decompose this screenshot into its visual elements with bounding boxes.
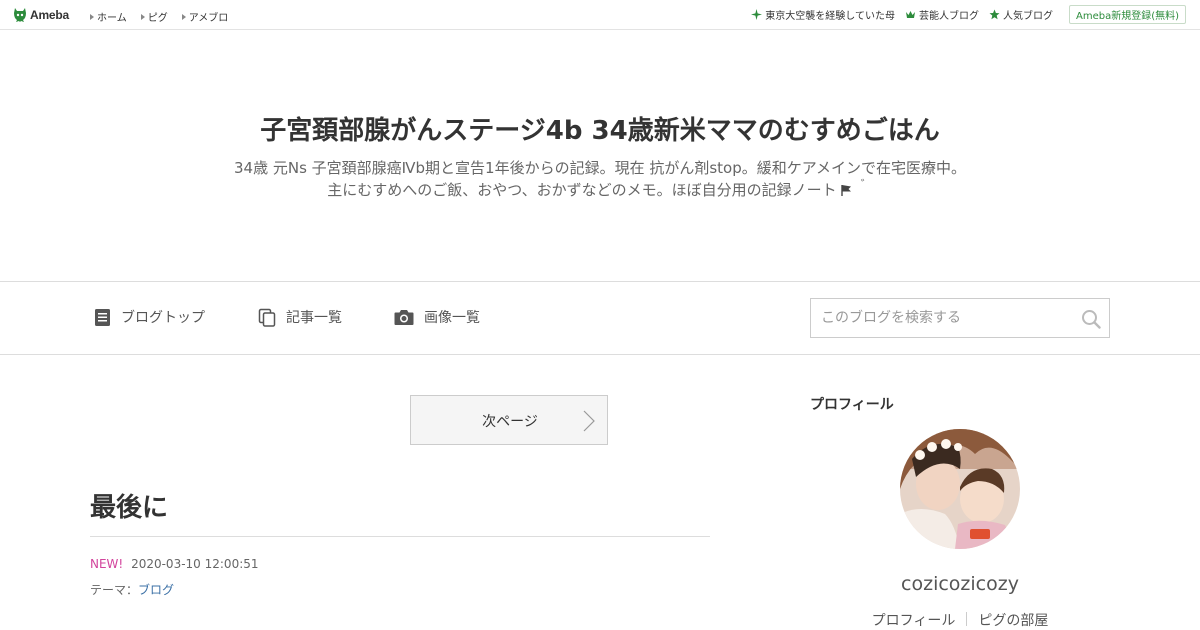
featured-blog-link[interactable]: 東京大空襲を経験していた母 <box>751 7 895 22</box>
avatar-photo <box>900 429 1020 549</box>
global-nav-pigg[interactable]: ピグ <box>140 9 168 24</box>
blog-nav: ブログトップ 記事一覧 画像一覧 <box>0 281 1200 355</box>
global-nav-label: ピグ <box>147 13 168 24</box>
nav-image-list[interactable]: 画像一覧 <box>394 307 480 327</box>
sidebar-heading: プロフィール <box>810 397 894 413</box>
register-button[interactable]: Ameba新規登録(無料) <box>1068 5 1186 24</box>
search-icon[interactable] <box>1081 309 1101 329</box>
blog-title[interactable]: 子宮頚部腺がんステージ4b 34歳新米ママのむすめごはん <box>0 110 1200 147</box>
blog-description-line2-wrap: 主にむすめへのご飯、おやつ、おかずなどのメモ。ほぼ自分用の記録ノート ゛ <box>0 178 1200 201</box>
header-links: 東京大空襲を経験していた母 芸能人ブログ 人気ブログ Ameba新規登録(無料) <box>741 5 1186 24</box>
profile-name[interactable]: cozicozicozy <box>810 573 1110 595</box>
celebrity-blog-label: 芸能人ブログ <box>918 11 979 22</box>
blog-description: 34歳 元Ns 子宮頚部腺癌Ⅳb期と宣告1年後からの記録。現在 抗がん剤stop… <box>0 157 1200 201</box>
entry-title[interactable]: 最後に <box>90 487 168 524</box>
entry-theme: テーマ：ブログ <box>90 581 174 598</box>
global-nav: ホーム ピグ アメブロ <box>90 9 242 24</box>
divider <box>90 536 710 537</box>
nav-image-list-label: 画像一覧 <box>424 310 480 326</box>
featured-blog-label: 東京大空襲を経験していた母 <box>765 11 895 22</box>
entry-date: 2020-03-10 12:00:51 <box>131 557 259 571</box>
ameba-logo-icon <box>14 8 26 22</box>
nav-blog-top[interactable]: ブログトップ <box>94 307 205 327</box>
popular-blog-label: 人気ブログ <box>1002 11 1053 22</box>
global-nav-ameblo[interactable]: アメブロ <box>181 9 229 24</box>
profile-links: プロフィール ピグの部屋 <box>810 610 1110 630</box>
sparkle-icon <box>751 9 763 20</box>
ameba-logo[interactable]: Ameba <box>13 7 69 23</box>
next-page-button[interactable]: 次ページ <box>410 395 608 445</box>
flag-icon <box>840 185 851 196</box>
entry-meta: NEW! 2020-03-10 12:00:51 <box>90 557 259 571</box>
triangle-icon <box>90 13 94 20</box>
star-icon <box>989 9 1000 20</box>
ameba-logo-text: Ameba <box>30 8 70 22</box>
chevron-right-icon <box>583 410 595 432</box>
crown-icon <box>905 11 915 18</box>
nav-blog-top-label: ブログトップ <box>121 310 205 326</box>
triangle-icon <box>181 13 186 20</box>
search-input[interactable] <box>811 299 1071 337</box>
copy-icon <box>258 308 276 327</box>
global-nav-label: ホーム <box>97 13 127 24</box>
profile-link[interactable]: プロフィール <box>861 610 967 630</box>
blog-description-suffix: ゛ <box>860 178 873 192</box>
entry-theme-label: テーマ： <box>90 583 139 597</box>
celebrity-blog-link[interactable]: 芸能人ブログ <box>905 7 979 22</box>
camera-icon <box>394 310 414 325</box>
nav-article-list[interactable]: 記事一覧 <box>258 307 342 327</box>
blog-description-line2: 主にむすめへのご飯、おやつ、おかずなどのメモ。ほぼ自分用の記録ノート <box>327 181 837 199</box>
blog-search <box>810 298 1110 338</box>
entry-theme-link[interactable]: ブログ <box>138 583 174 597</box>
nav-article-list-label: 記事一覧 <box>286 310 342 326</box>
global-nav-home[interactable]: ホーム <box>90 9 127 24</box>
new-badge: NEW! <box>90 557 124 571</box>
avatar[interactable] <box>900 429 1020 549</box>
blog-description-line1: 34歳 元Ns 子宮頚部腺癌Ⅳb期と宣告1年後からの記録。現在 抗がん剤stop… <box>234 159 966 177</box>
pigg-room-link[interactable]: ピグの部屋 <box>967 610 1059 630</box>
triangle-icon <box>140 13 145 20</box>
popular-blog-link[interactable]: 人気ブログ <box>989 7 1053 22</box>
global-nav-label: アメブロ <box>188 13 229 24</box>
global-header: Ameba ホーム ピグ アメブロ 東京大空襲を経験していた母 芸能人ブログ 人… <box>0 0 1200 30</box>
next-page-label: 次ページ <box>482 414 538 430</box>
document-icon <box>95 308 110 326</box>
